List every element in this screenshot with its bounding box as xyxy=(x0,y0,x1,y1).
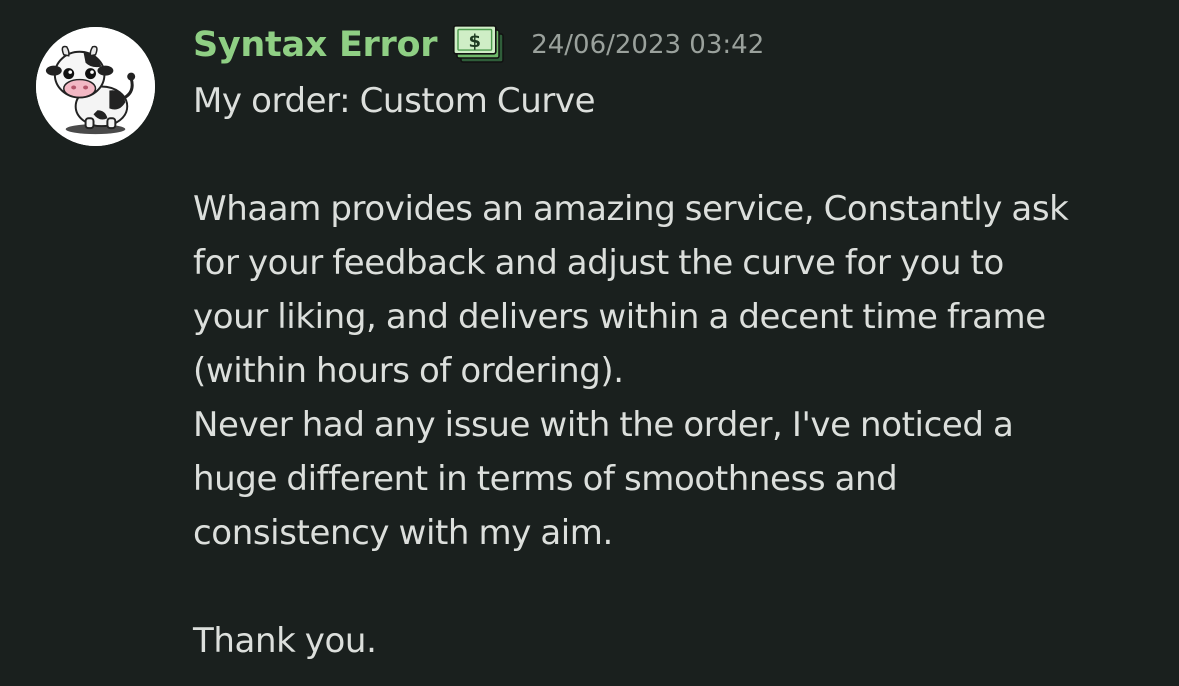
message-line: for your feedback and adjust the curve f… xyxy=(193,243,1004,283)
money-banknote-icon: $ xyxy=(453,25,505,65)
message-line: Never had any issue with the order, I've… xyxy=(193,405,1014,445)
message-line: (within hours of ordering). xyxy=(193,351,624,391)
message-line: huge different in terms of smoothness an… xyxy=(193,459,898,499)
svg-text:$: $ xyxy=(469,31,482,52)
chat-message: Syntax Error $ 24/06/2023 03:42 My order… xyxy=(0,0,1179,686)
message-line: Whaam provides an amazing service, Const… xyxy=(193,189,1069,229)
author-name[interactable]: Syntax Error xyxy=(193,25,437,65)
cow-avatar-icon xyxy=(36,27,155,146)
message-line: your liking, and delivers within a decen… xyxy=(193,297,1046,337)
message-line: My order: Custom Curve xyxy=(193,81,596,121)
message-content: My order: Custom Curve Whaam provides an… xyxy=(193,74,1153,668)
message-line: Thank you. xyxy=(193,621,377,661)
message-header: Syntax Error $ 24/06/2023 03:42 xyxy=(193,22,764,68)
message-line: consistency with my aim. xyxy=(193,513,613,553)
user-avatar[interactable] xyxy=(36,27,155,146)
message-timestamp: 24/06/2023 03:42 xyxy=(531,30,765,60)
